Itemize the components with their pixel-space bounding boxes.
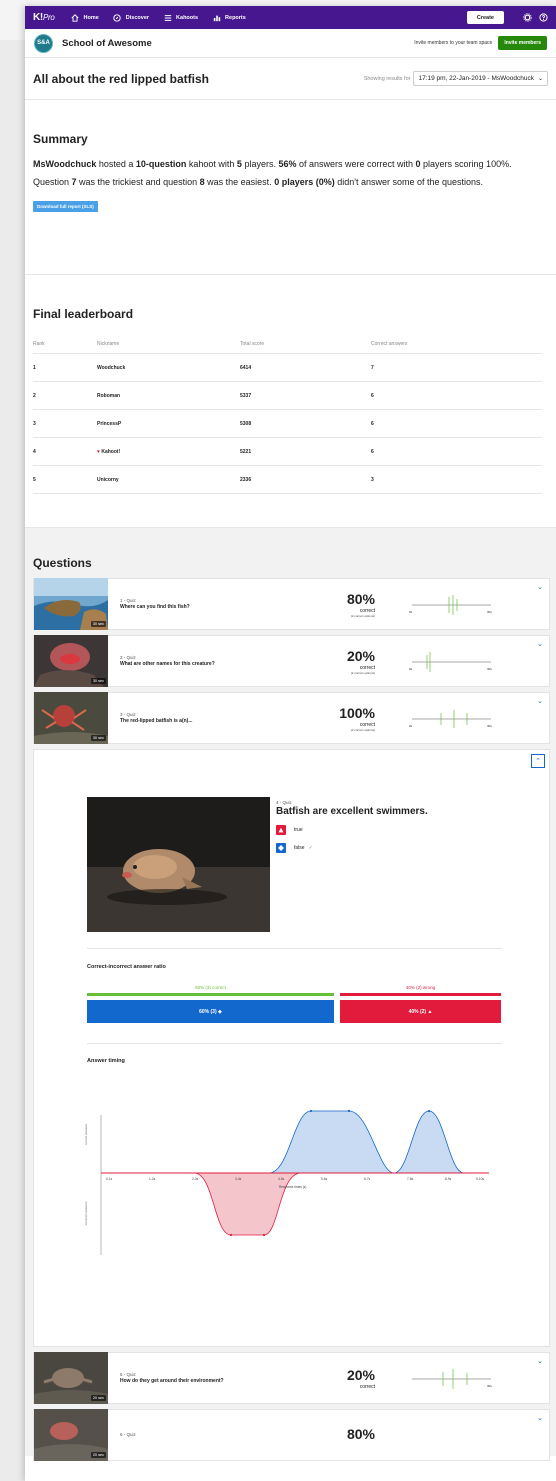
results-label: Showing results for <box>363 75 411 82</box>
nav-discover[interactable]: Discover <box>113 13 149 22</box>
x-tick: 0-1s <box>106 1177 113 1181</box>
x-tick: 4-5s <box>278 1177 285 1181</box>
x-tick: 6-7s <box>364 1177 371 1181</box>
question-text: Batfish are excellent swimmers. <box>276 806 428 817</box>
summary-title: Summary <box>33 132 88 146</box>
wrong-ratio-line <box>340 993 501 996</box>
mini-timing-chart: 0s 30s <box>409 652 492 672</box>
wrong-ratio-bar: 40% (2) ▲ <box>340 1000 501 1023</box>
question-details: 4 - Quiz Batfish are excellent swimmers.… <box>276 800 428 853</box>
correct-ratio-line <box>87 993 334 996</box>
x-tick: 2-3s <box>192 1177 199 1181</box>
invite-text: Invite members to your team space <box>414 40 493 46</box>
question-thumbnail: 30 sec <box>34 578 108 630</box>
mini-timing-chart: 0s 30s <box>409 595 492 615</box>
wrong-ratio-label: 40% (2) wrong <box>405 985 436 990</box>
answer-timing-chart: correct answers incorrect answers 0-1s 1… <box>84 1109 489 1255</box>
nav-reports[interactable]: Reports <box>212 13 246 22</box>
kahoot-logo[interactable]: K!Pro <box>33 12 55 23</box>
percent-correct: 80% <box>346 1426 375 1442</box>
percent-correct: 20% correct <box>346 1366 375 1390</box>
home-icon <box>71 13 80 22</box>
answer-timing-title: Answer timing <box>87 1058 125 1064</box>
leaderboard-title: Final leaderboard <box>33 307 134 321</box>
triangle-icon <box>276 825 286 835</box>
leaderboard-table: Rank Nickname Total score Correct answer… <box>33 335 542 494</box>
x-tick: 7-8s <box>407 1177 414 1181</box>
correct-ratio-label: 60% (3) correct <box>195 985 226 990</box>
expand-chevron-icon[interactable]: ⌄ <box>537 640 543 648</box>
mini-timing-chart: 0s 30s <box>409 710 492 728</box>
team-bar: S&A School of Awesome Invite members to … <box>25 29 556 58</box>
x-tick: 8-9s <box>445 1177 452 1181</box>
question-card[interactable]: 20 sec 6 - Quiz 80% ⌄ <box>33 1409 550 1461</box>
session-select[interactable]: 17:19 pm, 22-Jan-2019 - MsWoodchuck ⌄ <box>413 71 548 86</box>
table-row[interactable]: 4 ♥ Kahoot! 5221 6 <box>33 438 542 466</box>
summary-section: Summary MsWoodchuck hosted a 10-question… <box>25 100 556 275</box>
svg-text:incorrect answers: incorrect answers <box>84 1201 88 1225</box>
x-tick: 9-10s <box>476 1177 484 1181</box>
question-thumbnail: 30 sec <box>34 635 108 687</box>
leaderboard-section: Final leaderboard Rank Nickname Total sc… <box>25 275 556 528</box>
collapse-chevron-icon[interactable]: ⌃ <box>531 754 545 768</box>
expand-chevron-icon[interactable]: ⌄ <box>537 1357 543 1365</box>
answer-option: true <box>276 825 428 835</box>
table-header: Rank Nickname Total score Correct answer… <box>33 335 542 354</box>
question-card[interactable]: 30 sec 1 - Quiz Where can you find this … <box>33 578 550 630</box>
table-row[interactable]: 5 Unicorny 2336 3 <box>33 466 542 494</box>
expand-chevron-icon[interactable]: ⌄ <box>537 1414 543 1422</box>
answer-option: false ✓ <box>276 843 428 853</box>
percent-correct: 80% correct (2 correct options) <box>346 590 375 618</box>
x-axis-title: Response times (s) <box>279 1185 306 1189</box>
question-card[interactable]: 30 sec 3 - Quiz The red-lipped batfish i… <box>33 692 550 744</box>
heart-icon: ♥ <box>97 448 100 455</box>
question-thumbnail: 20 sec <box>34 1409 108 1461</box>
report-title-bar: All about the red lipped batfish Showing… <box>25 58 556 100</box>
table-row[interactable]: 3 PrincessP 5308 6 <box>33 410 542 438</box>
x-tick: 1-2s <box>149 1177 156 1181</box>
question-thumbnail: 20 sec <box>34 1352 108 1404</box>
team-avatar: S&A <box>34 33 53 53</box>
correct-ratio-bar: 60% (3) ◆ <box>87 1000 334 1023</box>
top-navigation: K!Pro Home Discover Kahoots Reports Crea… <box>25 6 556 29</box>
team-name: School of Awesome <box>62 37 152 49</box>
settings-gear-icon[interactable] <box>522 13 532 23</box>
percent-correct: 100% correct (2 correct options) <box>339 704 375 732</box>
chevron-down-icon: ⌄ <box>537 76 543 82</box>
diamond-icon <box>276 843 286 853</box>
question-image <box>87 797 270 932</box>
question-thumbnail: 30 sec <box>34 692 108 744</box>
expand-chevron-icon[interactable]: ⌄ <box>537 697 543 705</box>
expanded-question-card: ⌃ 4 - Quiz Batfish are excellent swimmer… <box>33 749 550 1347</box>
compass-icon <box>113 13 122 22</box>
help-icon[interactable] <box>538 13 548 23</box>
expand-chevron-icon[interactable]: ⌄ <box>537 583 543 591</box>
list-icon <box>163 13 172 22</box>
questions-title: Questions <box>33 556 92 570</box>
summary-text: MsWoodchuck hosted a 10-question kahoot … <box>33 159 512 187</box>
ratio-title: Correct-incorrect answer ratio <box>87 964 166 970</box>
x-tick: 5-6s <box>321 1177 328 1181</box>
question-card[interactable]: 30 sec 2 - Quiz What are other names for… <box>33 635 550 687</box>
mini-timing-chart: 30s <box>412 1369 492 1389</box>
bar-chart-icon <box>212 13 221 22</box>
x-tick: 3-4s <box>235 1177 242 1181</box>
table-row[interactable]: 1 Woodchuck 6414 7 <box>33 354 542 382</box>
svg-text:correct answers: correct answers <box>84 1123 88 1145</box>
page-title: All about the red lipped batfish <box>33 71 210 86</box>
questions-section: Questions 30 sec 1 - Quiz Where can you … <box>25 528 556 1461</box>
create-button[interactable]: Create <box>466 11 504 24</box>
nav-home[interactable]: Home <box>71 13 99 22</box>
checkmark-icon: ✓ <box>308 845 313 851</box>
app-window: K!Pro Home Discover Kahoots Reports Crea… <box>25 6 556 1481</box>
invite-members-button[interactable]: Invite members <box>498 36 547 50</box>
table-row[interactable]: 2 Roboman 5337 6 <box>33 382 542 410</box>
question-card[interactable]: 20 sec 5 - Quiz How do they get around t… <box>33 1352 550 1404</box>
percent-correct: 20% correct (2 correct options) <box>346 647 375 675</box>
download-report-button[interactable]: Download full report (XLS) <box>33 201 98 212</box>
nav-kahoots[interactable]: Kahoots <box>163 13 198 22</box>
